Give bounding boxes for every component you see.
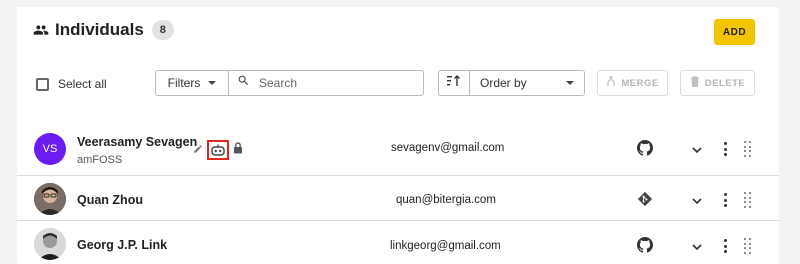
table-row[interactable]: Quan Zhou quan@bitergia.com xyxy=(17,177,779,221)
more-options-icon[interactable] xyxy=(721,239,729,253)
select-all-checkbox[interactable] xyxy=(36,77,49,91)
email: quan@bitergia.com xyxy=(396,194,496,206)
git-icon xyxy=(637,191,653,207)
add-button[interactable]: ADD xyxy=(714,19,755,45)
order-by-select[interactable]: Order by xyxy=(469,70,585,96)
delete-button[interactable]: DELETE xyxy=(680,70,755,96)
delete-label: DELETE xyxy=(704,77,746,89)
email: linkgeorg@gmail.com xyxy=(390,240,501,252)
drag-handle-icon[interactable] xyxy=(743,192,753,208)
search-input[interactable] xyxy=(257,75,407,91)
chevron-down-icon[interactable] xyxy=(691,143,703,155)
drag-handle-icon[interactable] xyxy=(743,141,753,157)
sort-icon xyxy=(447,74,461,92)
more-options-icon[interactable] xyxy=(721,142,729,156)
bot-icon[interactable] xyxy=(207,140,229,160)
avatar: VS xyxy=(34,133,66,165)
individuals-card: Individuals 8 ADD Select all Filters Sea… xyxy=(17,7,779,264)
lock-icon[interactable] xyxy=(233,141,243,159)
header: Individuals 8 xyxy=(33,20,174,40)
select-all[interactable]: Select all xyxy=(36,77,107,91)
email: sevagenv@gmail.com xyxy=(391,142,505,154)
individual-name[interactable]: Veerasamy Sevagen xyxy=(77,135,197,149)
select-all-label: Select all xyxy=(58,77,107,91)
toolbar: Select all Filters Order by xyxy=(17,70,779,98)
merge-label: MERGE xyxy=(621,77,659,89)
order-by-label: Order by xyxy=(480,76,527,90)
avatar xyxy=(34,183,66,215)
search-icon xyxy=(237,74,250,92)
table-row[interactable]: VS Veerasamy Sevagen amFOSS sevagenv@gma… xyxy=(17,121,779,176)
table-row[interactable]: Georg J.P. Link linkgeorg@gmail.com xyxy=(17,222,779,264)
filters-button[interactable]: Filters xyxy=(155,70,229,96)
caret-down-icon xyxy=(208,81,217,85)
chevron-down-icon[interactable] xyxy=(691,240,703,252)
merge-button[interactable]: MERGE xyxy=(597,70,668,96)
search-box[interactable] xyxy=(228,70,424,96)
row-flags xyxy=(193,140,243,160)
page-title: Individuals xyxy=(55,20,144,39)
caret-down-icon xyxy=(566,81,574,85)
sort-direction-button[interactable] xyxy=(438,70,470,96)
individual-name[interactable]: Georg J.P. Link xyxy=(77,238,167,252)
drag-handle-icon[interactable] xyxy=(743,238,753,254)
filters-label: Filters xyxy=(167,76,201,90)
github-icon xyxy=(637,140,653,156)
avatar xyxy=(34,228,66,260)
edit-icon[interactable] xyxy=(193,141,203,159)
github-icon xyxy=(637,237,653,253)
individual-name[interactable]: Quan Zhou xyxy=(77,193,143,207)
people-icon xyxy=(33,22,49,38)
organization: amFOSS xyxy=(77,154,123,166)
trash-icon xyxy=(690,76,700,90)
merge-icon xyxy=(606,75,616,90)
count-badge: 8 xyxy=(151,20,174,40)
chevron-down-icon[interactable] xyxy=(691,194,703,206)
more-options-icon[interactable] xyxy=(721,193,729,207)
